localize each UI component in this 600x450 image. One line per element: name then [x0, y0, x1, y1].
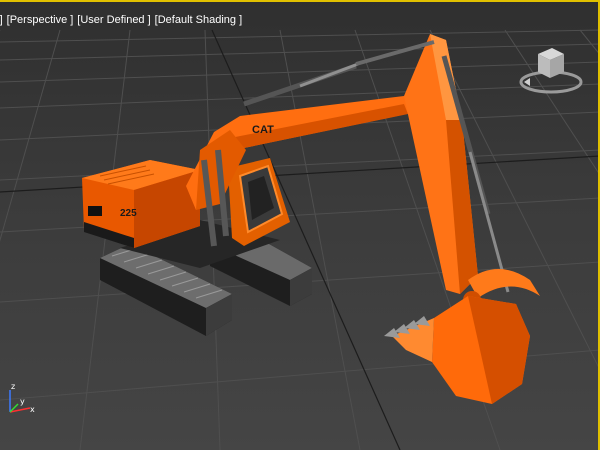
- brand-decal: CAT: [252, 124, 274, 136]
- perspective-viewport[interactable]: 225 CAT z y x [Perspective] [User Defin…: [0, 0, 600, 450]
- viewport-scene: 225 CAT z y x: [0, 29, 600, 450]
- shading-label[interactable]: [Default Shading ]: [155, 14, 242, 30]
- bucket: [384, 296, 530, 404]
- axis-z-label: z: [11, 382, 15, 391]
- viewcube[interactable]: [518, 40, 584, 98]
- model-number-decal: 225: [120, 208, 137, 219]
- view-type-label[interactable]: [Perspective ]: [7, 14, 74, 30]
- operator-cab: [228, 158, 290, 246]
- axis-tripod: z y x: [9, 382, 35, 414]
- viewport-label-bar: [ + ] [Perspective ] [User Defined ] [De…: [0, 14, 242, 30]
- viewport-menu-label[interactable]: [ + ]: [0, 14, 3, 30]
- axis-x-label: x: [30, 405, 35, 414]
- axis-y-label: y: [20, 397, 25, 406]
- cat-logo-decal: [88, 206, 102, 216]
- camera-label[interactable]: [User Defined ]: [77, 14, 150, 30]
